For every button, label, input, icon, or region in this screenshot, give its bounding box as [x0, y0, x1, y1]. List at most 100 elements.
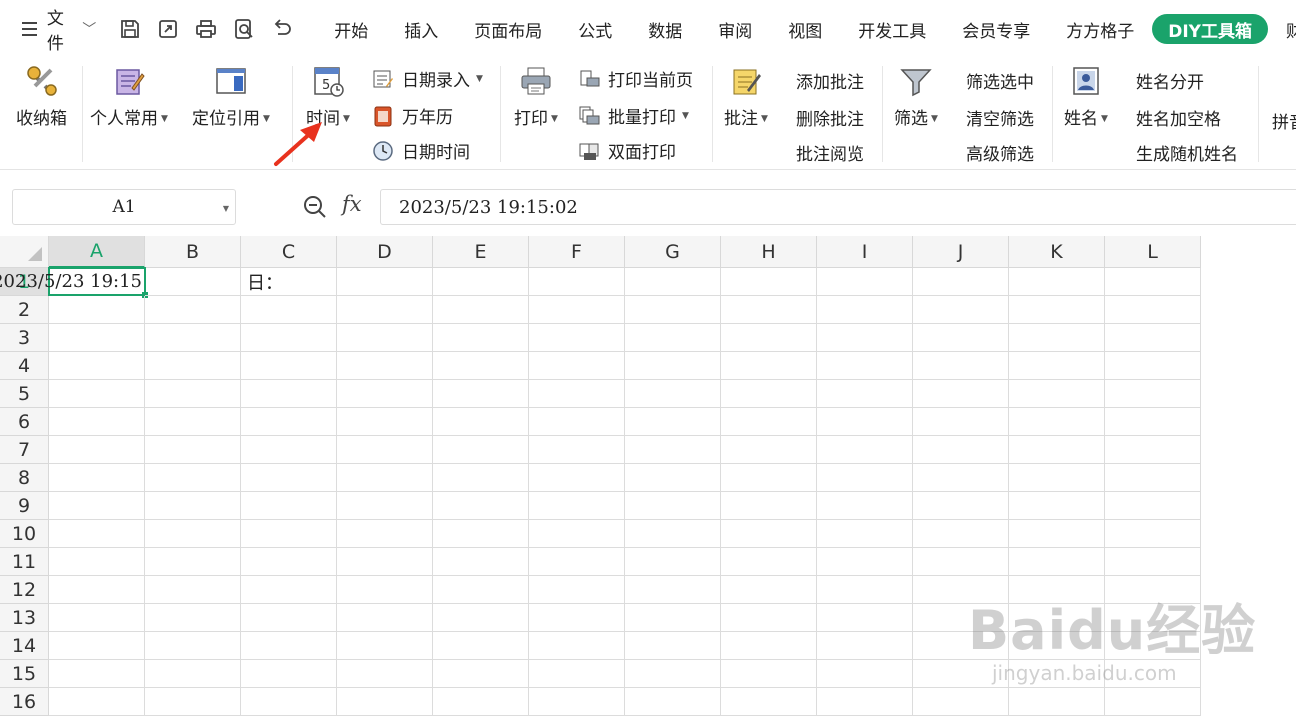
- cell-d1[interactable]: [337, 268, 433, 296]
- cell-a7[interactable]: [49, 436, 145, 464]
- cell-i14[interactable]: [817, 632, 913, 660]
- row-header-8[interactable]: 8: [0, 464, 49, 492]
- cell-c3[interactable]: [241, 324, 337, 352]
- cell-b9[interactable]: [145, 492, 241, 520]
- cell-f15[interactable]: [529, 660, 625, 688]
- cell-e9[interactable]: [433, 492, 529, 520]
- cell-j6[interactable]: [913, 408, 1009, 436]
- formula-input[interactable]: 2023/5/23 19:15:02: [380, 189, 1296, 225]
- cell-a12[interactable]: [49, 576, 145, 604]
- cell-b10[interactable]: [145, 520, 241, 548]
- cell-c6[interactable]: [241, 408, 337, 436]
- cell-b14[interactable]: [145, 632, 241, 660]
- cell-f1[interactable]: [529, 268, 625, 296]
- cell-h10[interactable]: [721, 520, 817, 548]
- cell-a2[interactable]: [49, 296, 145, 324]
- cell-b1[interactable]: [145, 268, 241, 296]
- cell-f11[interactable]: [529, 548, 625, 576]
- cell-g15[interactable]: [625, 660, 721, 688]
- row-header-16[interactable]: 16: [0, 688, 49, 716]
- row-header-4[interactable]: 4: [0, 352, 49, 380]
- cell-h2[interactable]: [721, 296, 817, 324]
- cell-l4[interactable]: [1105, 352, 1201, 380]
- column-header-k[interactable]: K: [1009, 236, 1105, 268]
- cell-f3[interactable]: [529, 324, 625, 352]
- cell-h12[interactable]: [721, 576, 817, 604]
- cell-g8[interactable]: [625, 464, 721, 492]
- cell-a15[interactable]: [49, 660, 145, 688]
- cell-i12[interactable]: [817, 576, 913, 604]
- cell-a5[interactable]: [49, 380, 145, 408]
- tab-diy-toolbox[interactable]: DIY工具箱: [1152, 14, 1268, 44]
- cell-f8[interactable]: [529, 464, 625, 492]
- cell-k9[interactable]: [1009, 492, 1105, 520]
- cell-f9[interactable]: [529, 492, 625, 520]
- row-header-2[interactable]: 2: [0, 296, 49, 324]
- cell-c10[interactable]: [241, 520, 337, 548]
- cell-e7[interactable]: [433, 436, 529, 464]
- cell-g7[interactable]: [625, 436, 721, 464]
- cell-i3[interactable]: [817, 324, 913, 352]
- cell-e5[interactable]: [433, 380, 529, 408]
- cell-e8[interactable]: [433, 464, 529, 492]
- cell-c9[interactable]: [241, 492, 337, 520]
- column-header-a[interactable]: A: [49, 236, 145, 268]
- pinyin-button[interactable]: 拼音: [1272, 108, 1296, 133]
- cell-f12[interactable]: [529, 576, 625, 604]
- cell-c12[interactable]: [241, 576, 337, 604]
- cell-a14[interactable]: [49, 632, 145, 660]
- cell-i8[interactable]: [817, 464, 913, 492]
- cell-c7[interactable]: [241, 436, 337, 464]
- cell-i10[interactable]: [817, 520, 913, 548]
- cell-d3[interactable]: [337, 324, 433, 352]
- cell-g4[interactable]: [625, 352, 721, 380]
- cell-l6[interactable]: [1105, 408, 1201, 436]
- save-icon[interactable]: [118, 17, 142, 41]
- cell-g2[interactable]: [625, 296, 721, 324]
- cell-b3[interactable]: [145, 324, 241, 352]
- cell-h16[interactable]: [721, 688, 817, 716]
- cell-b7[interactable]: [145, 436, 241, 464]
- cell-a1[interactable]: 2023/5/23 19:15: [0, 267, 146, 296]
- cell-i16[interactable]: [817, 688, 913, 716]
- column-header-j[interactable]: J: [913, 236, 1009, 268]
- cell-j7[interactable]: [913, 436, 1009, 464]
- name-button[interactable]: 姓名 ▼: [1064, 58, 1108, 129]
- cell-e15[interactable]: [433, 660, 529, 688]
- tab-data[interactable]: 数据: [630, 14, 700, 44]
- cell-a6[interactable]: [49, 408, 145, 436]
- filter-selected-button[interactable]: 筛选选中: [966, 68, 1034, 93]
- datetime-button[interactable]: 日期时间: [372, 138, 470, 163]
- cell-a10[interactable]: [49, 520, 145, 548]
- cell-b13[interactable]: [145, 604, 241, 632]
- column-header-g[interactable]: G: [625, 236, 721, 268]
- cell-k3[interactable]: [1009, 324, 1105, 352]
- cell-d15[interactable]: [337, 660, 433, 688]
- cell-i2[interactable]: [817, 296, 913, 324]
- cell-d7[interactable]: [337, 436, 433, 464]
- cell-f4[interactable]: [529, 352, 625, 380]
- cell-j4[interactable]: [913, 352, 1009, 380]
- add-comment-button[interactable]: 添加批注: [796, 68, 864, 93]
- cell-j16[interactable]: [913, 688, 1009, 716]
- cell-e2[interactable]: [433, 296, 529, 324]
- row-header-7[interactable]: 7: [0, 436, 49, 464]
- column-header-e[interactable]: E: [433, 236, 529, 268]
- print-current-page-button[interactable]: 打印当前页: [578, 66, 693, 91]
- cell-i11[interactable]: [817, 548, 913, 576]
- locate-button[interactable]: 定位引用 ▼: [192, 58, 270, 129]
- cell-c4[interactable]: [241, 352, 337, 380]
- cell-f6[interactable]: [529, 408, 625, 436]
- cell-f2[interactable]: [529, 296, 625, 324]
- cell-j5[interactable]: [913, 380, 1009, 408]
- cell-a13[interactable]: [49, 604, 145, 632]
- cell-a11[interactable]: [49, 548, 145, 576]
- tab-formulas[interactable]: 公式: [560, 14, 630, 44]
- comment-button[interactable]: 批注 ▼: [724, 58, 768, 129]
- cell-l8[interactable]: [1105, 464, 1201, 492]
- cell-f10[interactable]: [529, 520, 625, 548]
- cell-d5[interactable]: [337, 380, 433, 408]
- export-icon[interactable]: [156, 17, 180, 41]
- row-header-12[interactable]: 12: [0, 576, 49, 604]
- cell-k1[interactable]: [1009, 268, 1105, 296]
